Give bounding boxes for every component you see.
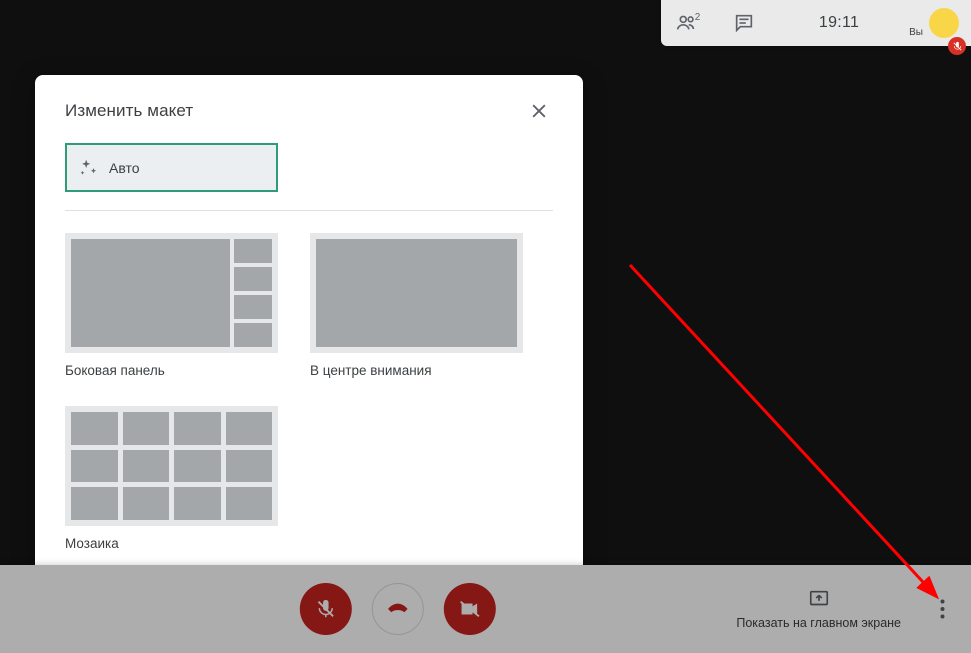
more-options-button[interactable]	[929, 589, 955, 629]
bottom-bar: Показать на главном экране	[0, 565, 971, 653]
hangup-button[interactable]	[371, 583, 423, 635]
dialog-header: Изменить макет	[35, 75, 583, 143]
close-button[interactable]	[525, 97, 553, 125]
mic-off-icon	[314, 598, 336, 620]
phone-icon	[384, 596, 410, 622]
participants-button[interactable]: 2	[661, 0, 716, 46]
more-vert-icon	[940, 599, 945, 619]
layout-tiled-label: Мозаика	[65, 536, 278, 551]
dialog-title: Изменить макет	[65, 101, 193, 121]
clock: 19:11	[771, 14, 907, 32]
divider	[65, 210, 553, 211]
layout-option-tiled[interactable]: Мозаика	[65, 406, 278, 551]
mic-muted-badge	[948, 37, 966, 55]
change-layout-dialog: Изменить макет Авто	[35, 75, 583, 585]
close-icon	[529, 101, 549, 121]
top-bar: 2 19:11 Вы	[661, 0, 971, 46]
layout-spotlight-label: В центре внимания	[310, 363, 523, 378]
present-icon	[808, 588, 830, 610]
layout-thumb-sidebar	[65, 233, 278, 353]
chat-icon	[733, 12, 755, 34]
layout-auto-label: Авто	[109, 160, 140, 176]
center-controls	[299, 583, 495, 635]
avatar[interactable]	[929, 8, 959, 38]
sparkle-icon	[67, 157, 109, 179]
people-icon	[675, 12, 697, 34]
layout-option-sidebar[interactable]: Боковая панель	[65, 233, 278, 378]
camera-off-icon	[458, 598, 480, 620]
right-controls: Показать на главном экране	[736, 588, 955, 630]
layout-option-auto[interactable]: Авто	[65, 143, 278, 192]
mic-off-icon	[952, 41, 963, 52]
username-short: Вы	[907, 27, 929, 40]
mute-button[interactable]	[299, 583, 351, 635]
present-label: Показать на главном экране	[736, 616, 901, 630]
layout-thumb-tiled	[65, 406, 278, 526]
present-button[interactable]: Показать на главном экране	[736, 588, 901, 630]
chat-button[interactable]	[716, 0, 771, 46]
layout-thumb-spotlight	[310, 233, 523, 353]
participants-count: 2	[695, 12, 701, 23]
layout-option-spotlight[interactable]: В центре внимания	[310, 233, 523, 378]
layout-sidebar-label: Боковая панель	[65, 363, 278, 378]
camera-off-button[interactable]	[443, 583, 495, 635]
